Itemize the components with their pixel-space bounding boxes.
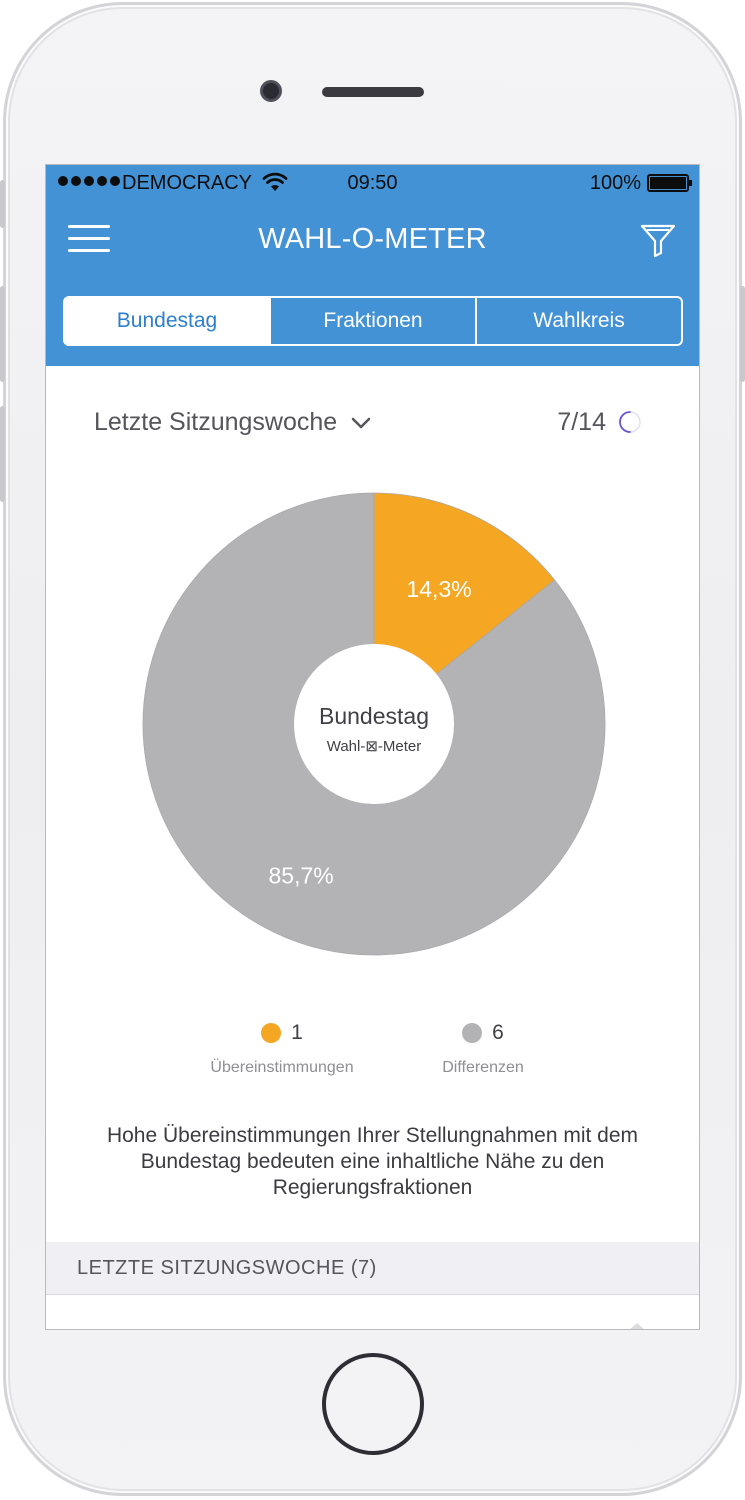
- legend-item-differences: 6 Differenzen: [418, 1021, 548, 1077]
- volume-up-button: [0, 286, 5, 382]
- legend-dot-agreements: [261, 1023, 282, 1043]
- segmented-control: Bundestag Fraktionen Wahlkreis: [63, 296, 683, 346]
- section-title: LETZTE SITZUNGSWOCHE (7): [77, 1256, 377, 1279]
- legend-item-agreements: 1 Übereinstimmungen: [196, 1021, 368, 1077]
- info-text: Hohe Übereinstimmungen Ihrer Stellungnah…: [106, 1124, 639, 1199]
- progress-ring-icon: [619, 411, 641, 433]
- tab-fraktionen[interactable]: Fraktionen: [269, 298, 475, 344]
- legend-count-differences: 6: [492, 1021, 504, 1044]
- progress-count: 7/14: [557, 408, 606, 436]
- chevron-down-icon: [351, 417, 371, 428]
- mute-switch: [0, 180, 5, 228]
- pie-center-subtitle: Wahl-⊠-Meter: [327, 738, 422, 755]
- home-button[interactable]: [322, 1353, 424, 1455]
- app-screen: DEMOCRACY 09:50 100% WAHL-O-METER Bundes…: [45, 164, 700, 1330]
- pie-label-agreements: 14,3%: [406, 576, 471, 602]
- battery-percentage: 100%: [589, 172, 641, 194]
- status-bar: DEMOCRACY 09:50 100%: [46, 165, 699, 201]
- pie-chart: 14,3% 85,7% Bundestag Wahl-⊠-Meter: [142, 492, 606, 956]
- period-label: Letzte Sitzungswoche: [94, 408, 338, 436]
- legend-count-agreements: 1: [291, 1021, 303, 1044]
- legend-label-agreements: Übereinstimmungen: [210, 1059, 354, 1076]
- scroll-up-indicator-icon: [630, 1323, 644, 1329]
- legend-dot-differences: [462, 1023, 483, 1043]
- battery-icon: [647, 174, 692, 192]
- section-header: LETZTE SITZUNGSWOCHE (7): [46, 1242, 699, 1295]
- content-area: Letzte Sitzungswoche 7/14 14,3% 85,7% Bund…: [46, 366, 699, 1329]
- front-camera: [260, 80, 282, 102]
- navigation-header: DEMOCRACY 09:50 100% WAHL-O-METER Bundes…: [46, 165, 699, 366]
- tab-bundestag[interactable]: Bundestag: [65, 298, 269, 344]
- tab-wahlkreis[interactable]: Wahlkreis: [475, 298, 681, 344]
- pie-center-title: Bundestag: [319, 703, 429, 729]
- volume-down-button: [0, 406, 5, 502]
- pie-label-differences: 85,7%: [268, 862, 333, 888]
- period-dropdown[interactable]: Letzte Sitzungswoche: [94, 408, 371, 437]
- app-title: WAHL-O-METER: [258, 223, 487, 255]
- filter-funnel-icon[interactable]: [639, 221, 677, 259]
- power-button: [740, 286, 745, 382]
- earpiece-speaker: [322, 87, 424, 97]
- legend-label-differences: Differenzen: [442, 1059, 524, 1076]
